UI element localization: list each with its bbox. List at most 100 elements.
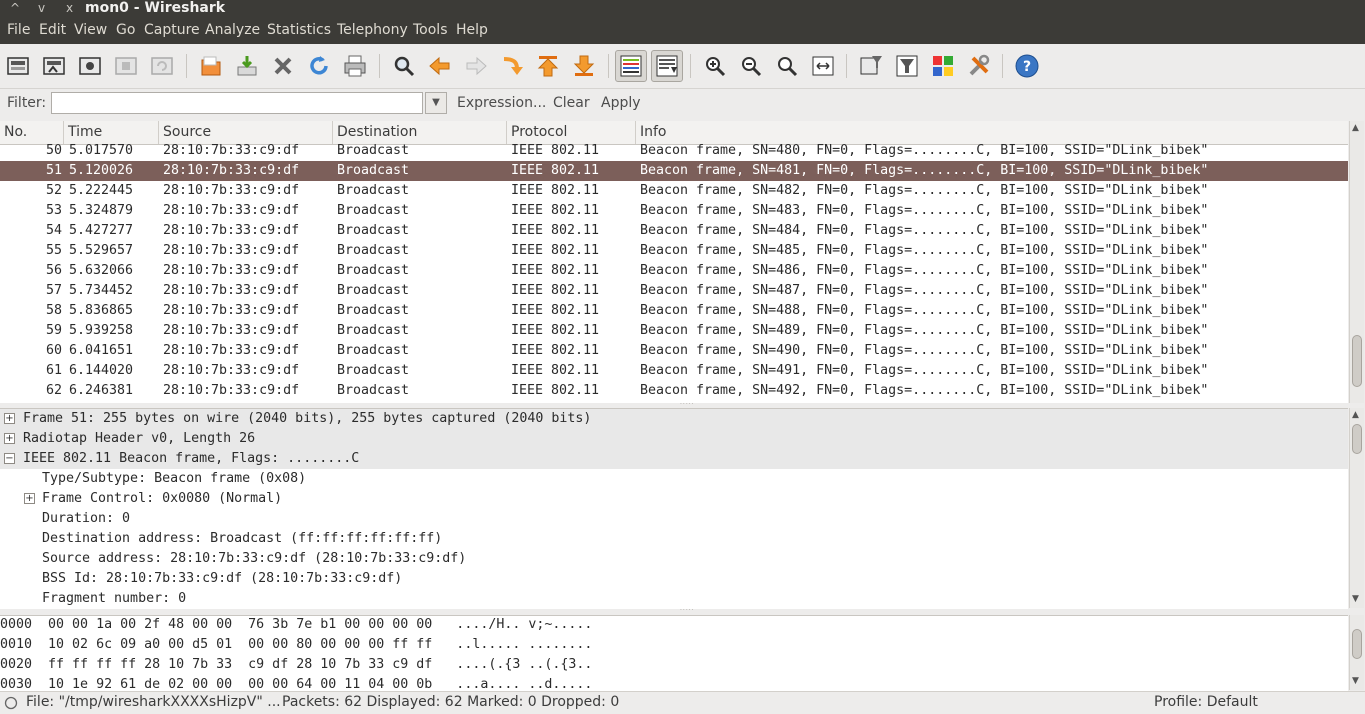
restart-capture-icon[interactable] <box>146 50 178 82</box>
interface-list-icon[interactable] <box>2 50 34 82</box>
go-back-icon[interactable] <box>424 50 456 82</box>
status-profile[interactable]: Profile: Default <box>1154 694 1258 710</box>
detail-tree-item[interactable]: Source address: 28:10:7b:33:c9:df (28:10… <box>0 549 1348 569</box>
capture-filters-icon[interactable] <box>855 50 887 82</box>
close-file-icon[interactable] <box>267 50 299 82</box>
packet-row[interactable]: 62 6.246381 28:10:7b:33:c9:df Broadcast IEEE… <box>0 381 1348 401</box>
auto-scroll-icon[interactable] <box>651 50 683 82</box>
stop-capture-icon[interactable] <box>110 50 142 82</box>
packet-list-scrollbar[interactable]: ▲ <box>1349 121 1364 403</box>
packet-bytes-pane[interactable]: 0000 00 00 1a 00 2f 48 00 00 76 3b 7e b1… <box>0 615 1348 691</box>
details-scrollbar[interactable]: ▲ ▼ <box>1349 408 1364 608</box>
detail-tree-item[interactable]: Type/Subtype: Beacon frame (0x08) <box>0 469 1348 489</box>
pkt-protocol: IEEE 802.11 <box>511 283 600 298</box>
pkt-info: Beacon frame, SN=486, FN=0, Flags=......… <box>640 263 1209 278</box>
go-first-icon[interactable] <box>532 50 564 82</box>
packet-list[interactable]: No. Time Source Destination Protocol Inf… <box>0 121 1348 403</box>
close-icon[interactable]: x <box>66 0 73 16</box>
hex-dump-line[interactable]: 0000 00 00 1a 00 2f 48 00 00 76 3b 7e b1… <box>0 616 592 634</box>
go-last-icon[interactable] <box>568 50 600 82</box>
normal-size-icon[interactable] <box>771 50 803 82</box>
find-packet-icon[interactable] <box>388 50 420 82</box>
pkt-time: 5.017570 <box>69 143 134 158</box>
packet-row[interactable]: 61 6.144020 28:10:7b:33:c9:df Broadcast IEEE… <box>0 361 1348 381</box>
scroll-down-icon[interactable]: ▼ <box>1352 594 1359 604</box>
filter-input[interactable] <box>51 92 423 114</box>
menu-analyze[interactable]: Analyze <box>205 22 260 38</box>
go-to-packet-icon[interactable] <box>496 50 528 82</box>
scrollbar-thumb[interactable] <box>1352 335 1362 387</box>
reload-icon[interactable] <box>303 50 335 82</box>
detail-tree-item[interactable]: Fragment number: 0 <box>0 589 1348 609</box>
pane-divider[interactable]: ····· <box>0 608 1365 614</box>
expand-icon[interactable]: + <box>4 433 15 444</box>
menu-tools[interactable]: Tools <box>413 22 448 38</box>
save-file-icon[interactable] <box>231 50 263 82</box>
pkt-info: Beacon frame, SN=485, FN=0, Flags=......… <box>640 243 1209 258</box>
detail-tree-item[interactable]: + Radiotap Header v0, Length 26 <box>0 429 1348 449</box>
packet-row[interactable]: 52 5.222445 28:10:7b:33:c9:df Broadcast IEEE… <box>0 181 1348 201</box>
pkt-source: 28:10:7b:33:c9:df <box>163 263 300 278</box>
menu-capture[interactable]: Capture <box>144 22 200 38</box>
detail-tree-item[interactable]: Destination address: Broadcast (ff:ff:ff… <box>0 529 1348 549</box>
scroll-up-icon[interactable]: ▲ <box>1352 410 1359 420</box>
detail-tree-item[interactable]: Duration: 0 <box>0 509 1348 529</box>
detail-tree-item[interactable]: − IEEE 802.11 Beacon frame, Flags: ......… <box>0 449 1348 469</box>
menu-help[interactable]: Help <box>456 22 488 38</box>
help-icon[interactable]: ? <box>1011 50 1043 82</box>
menu-view[interactable]: View <box>74 22 107 38</box>
scroll-down-icon[interactable]: ▼ <box>1352 676 1359 686</box>
print-icon[interactable] <box>339 50 371 82</box>
expression-button[interactable]: Expression... <box>457 95 546 111</box>
packet-row[interactable]: 54 5.427277 28:10:7b:33:c9:df Broadcast IEEE… <box>0 221 1348 241</box>
packet-row[interactable]: 55 5.529657 28:10:7b:33:c9:df Broadcast IEEE… <box>0 241 1348 261</box>
expand-icon[interactable]: + <box>24 493 35 504</box>
minimize-icon[interactable]: v <box>38 0 45 16</box>
expert-info-icon[interactable] <box>4 696 18 714</box>
menu-edit[interactable]: Edit <box>39 22 66 38</box>
menu-statistics[interactable]: Statistics <box>267 22 331 38</box>
filter-dropdown-icon[interactable]: ▼ <box>425 92 447 114</box>
scroll-up-icon[interactable]: ▲ <box>1352 123 1359 133</box>
hex-dump-line[interactable]: 0030 10 1e 92 61 de 02 00 00 00 00 64 00… <box>0 675 592 691</box>
go-forward-icon[interactable] <box>460 50 492 82</box>
pkt-no: 61 <box>45 363 62 378</box>
packet-row[interactable]: 60 6.041651 28:10:7b:33:c9:df Broadcast IEEE… <box>0 341 1348 361</box>
packet-row[interactable]: 56 5.632066 28:10:7b:33:c9:df Broadcast IEEE… <box>0 261 1348 281</box>
capture-options-icon[interactable] <box>38 50 70 82</box>
packet-row[interactable]: 51 5.120026 28:10:7b:33:c9:df Broadcast IEEE… <box>0 161 1348 181</box>
collapse-icon[interactable]: − <box>4 453 15 464</box>
menu-file[interactable]: File <box>7 22 30 38</box>
scrollbar-thumb[interactable] <box>1352 424 1362 454</box>
packet-row[interactable]: 59 5.939258 28:10:7b:33:c9:df Broadcast IEEE… <box>0 321 1348 341</box>
expand-icon[interactable]: + <box>4 413 15 424</box>
pane-divider[interactable]: ····· <box>0 402 1365 408</box>
resize-columns-icon[interactable] <box>807 50 839 82</box>
packet-details-pane[interactable]: + Frame 51: 255 bytes on wire (2040 bits)… <box>0 408 1348 609</box>
menu-go[interactable]: Go <box>116 22 135 38</box>
hex-dump-line[interactable]: 0020 ff ff ff ff 28 10 7b 33 c9 df 28 10… <box>0 655 592 674</box>
detail-tree-item[interactable]: BSS Id: 28:10:7b:33:c9:df (28:10:7b:33:c… <box>0 569 1348 589</box>
maximize-icon[interactable]: ^ <box>10 0 20 16</box>
open-file-icon[interactable] <box>195 50 227 82</box>
coloring-rules-icon[interactable] <box>927 50 959 82</box>
detail-tree-item[interactable]: + Frame Control: 0x0080 (Normal) <box>0 489 1348 509</box>
hex-dump-line[interactable]: 0010 10 02 6c 09 a0 00 d5 01 00 00 80 00… <box>0 635 592 654</box>
clear-button[interactable]: Clear <box>553 95 590 111</box>
packet-row[interactable]: 53 5.324879 28:10:7b:33:c9:df Broadcast IEEE… <box>0 201 1348 221</box>
packet-row[interactable]: 50 5.017570 28:10:7b:33:c9:df Broadcast IEEE… <box>0 141 1348 161</box>
display-filters-icon[interactable] <box>891 50 923 82</box>
bytes-scrollbar[interactable]: ▼ <box>1349 615 1364 690</box>
colorize-icon[interactable] <box>615 50 647 82</box>
start-capture-icon[interactable] <box>74 50 106 82</box>
detail-tree-item[interactable]: + Frame 51: 255 bytes on wire (2040 bits)… <box>0 409 1348 429</box>
zoom-in-icon[interactable] <box>699 50 731 82</box>
apply-button[interactable]: Apply <box>601 95 641 111</box>
packet-row[interactable]: 58 5.836865 28:10:7b:33:c9:df Broadcast IEEE… <box>0 301 1348 321</box>
preferences-icon[interactable] <box>963 50 995 82</box>
scrollbar-thumb[interactable] <box>1352 629 1362 659</box>
pkt-destination: Broadcast <box>337 383 410 398</box>
zoom-out-icon[interactable] <box>735 50 767 82</box>
packet-row[interactable]: 57 5.734452 28:10:7b:33:c9:df Broadcast IEEE… <box>0 281 1348 301</box>
menu-telephony[interactable]: Telephony <box>337 22 408 38</box>
